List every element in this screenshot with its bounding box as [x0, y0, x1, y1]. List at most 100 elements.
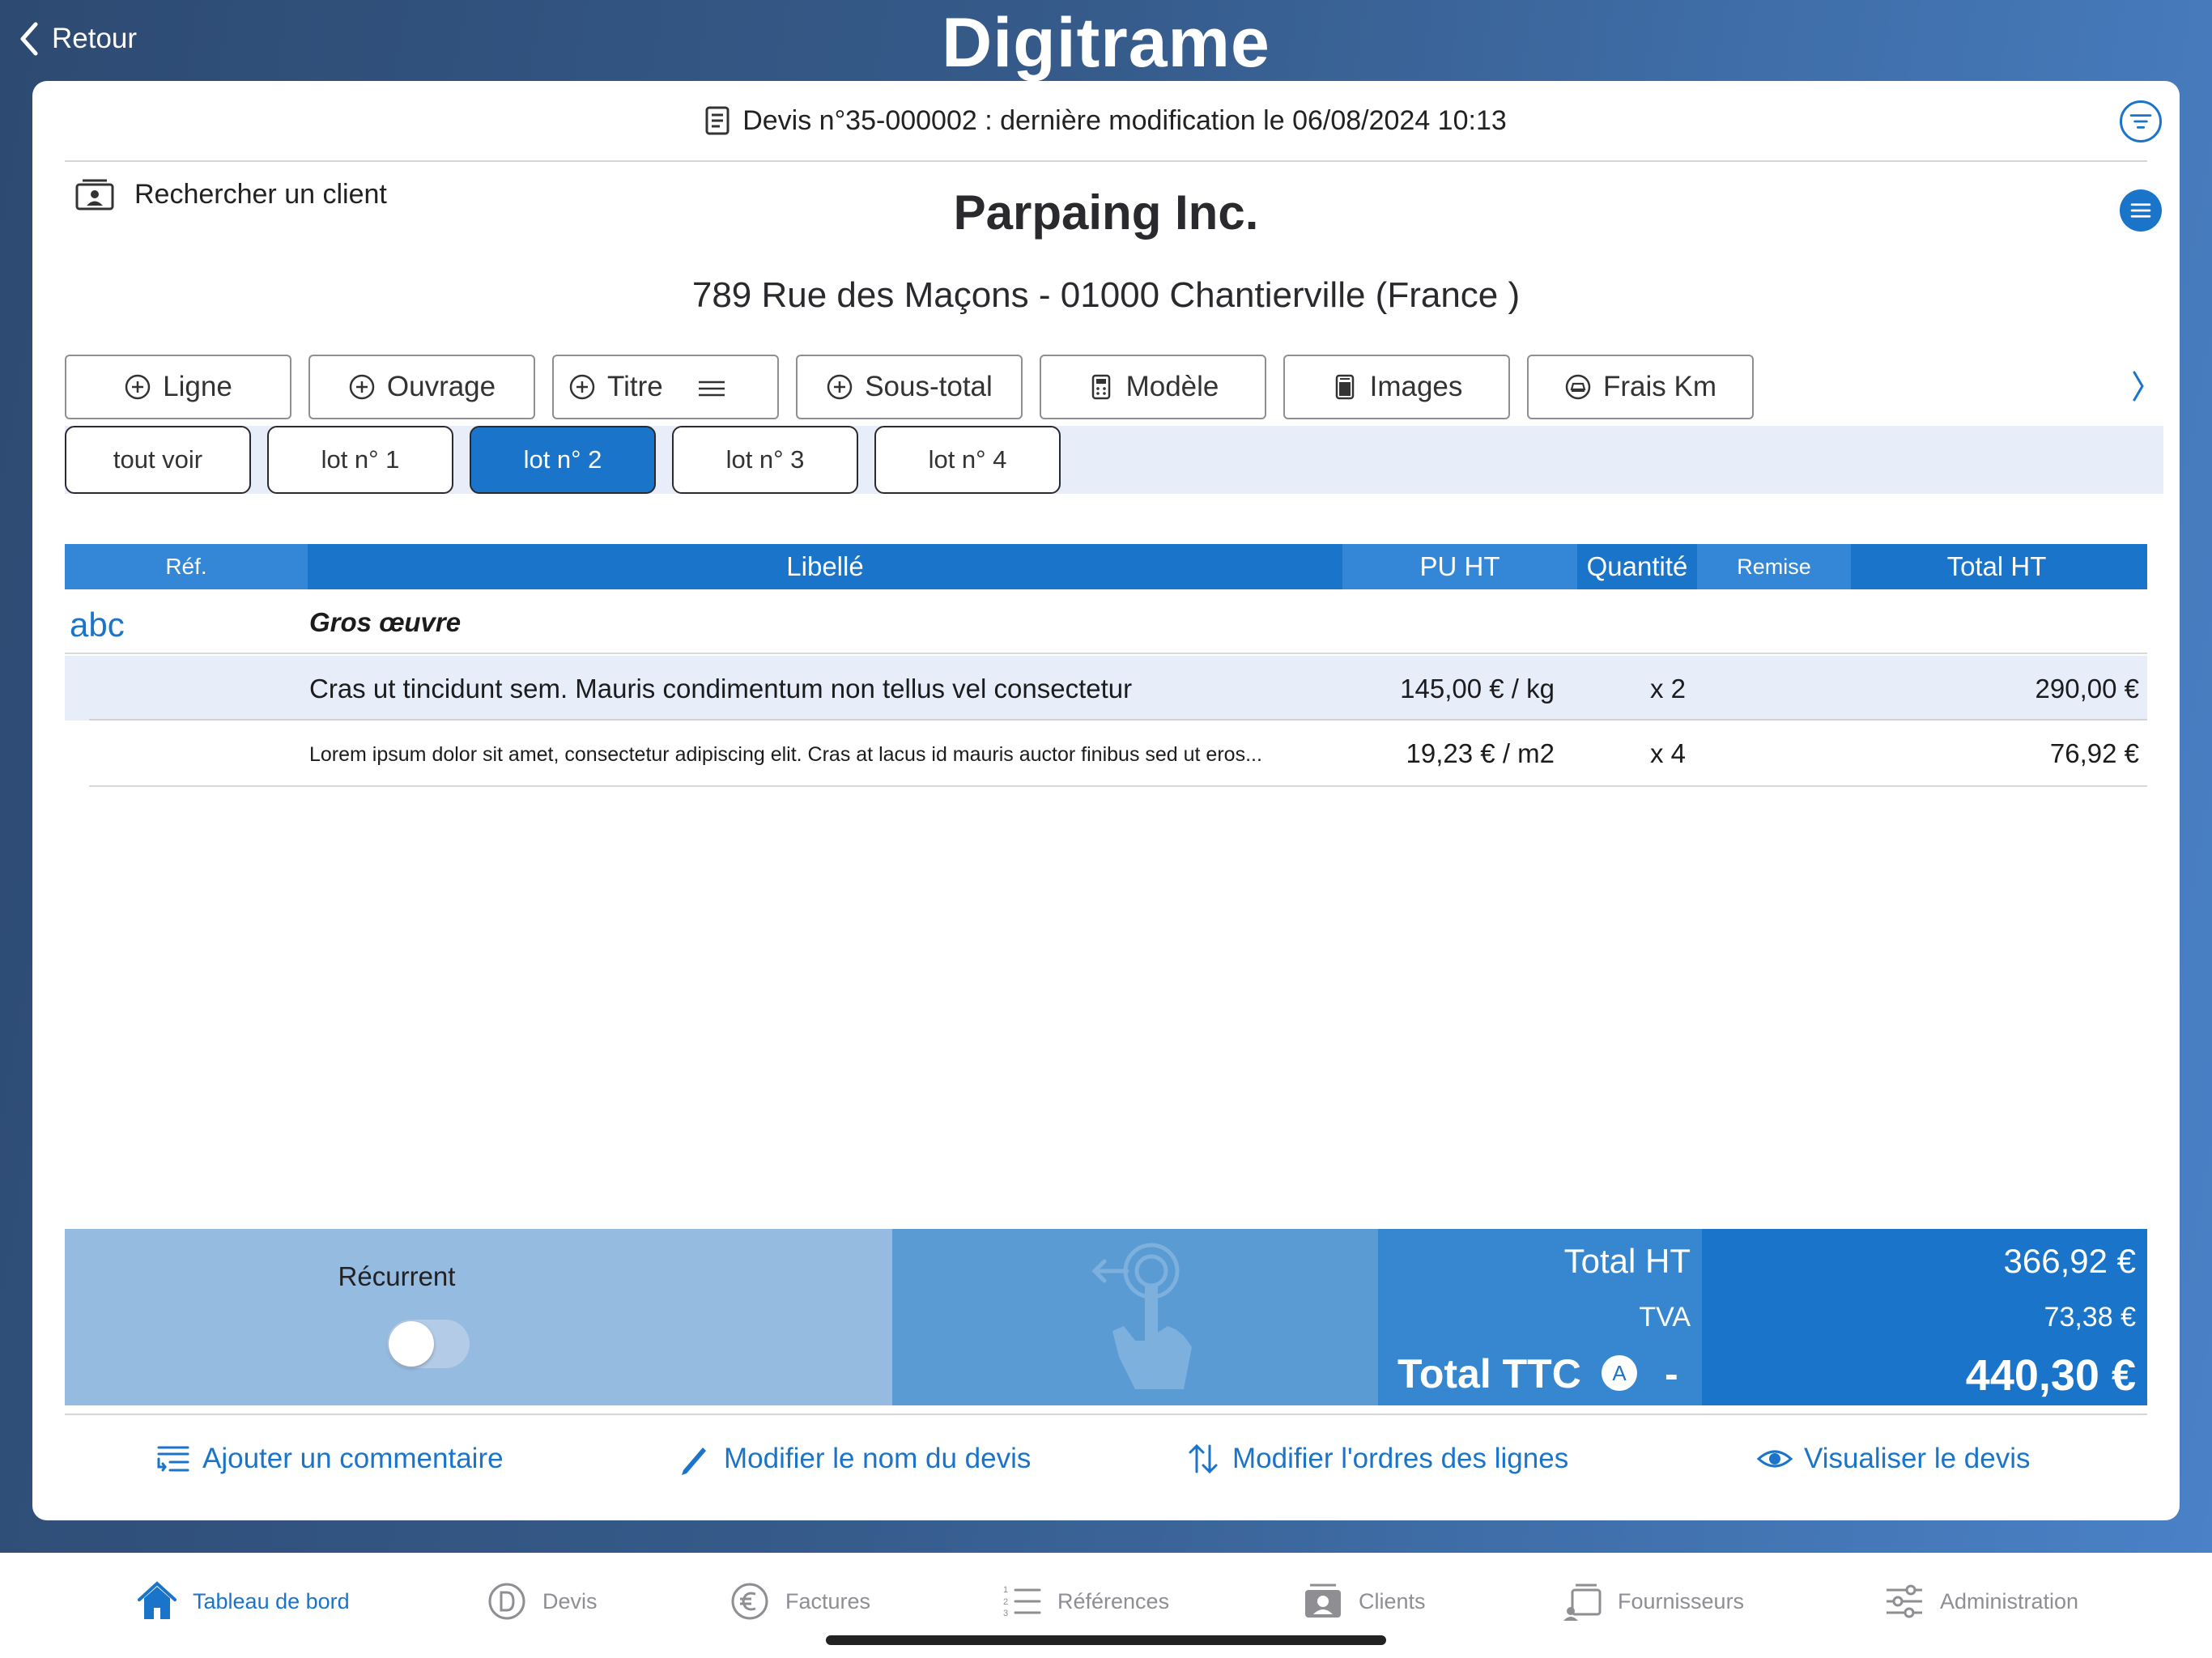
line-actions-toolbar: Ligne Ouvrage Titre Sous-total Modèle Im…	[65, 355, 1754, 419]
add-subtotal-button[interactable]: Sous-total	[796, 355, 1023, 419]
rename-quote-button[interactable]: Modifier le nom du devis	[677, 1441, 1031, 1477]
mileage-button[interactable]: Frais Km	[1527, 355, 1754, 419]
svg-text:3: 3	[1003, 1609, 1008, 1618]
lot-tab-all[interactable]: tout voir	[65, 426, 251, 494]
rename-quote-label: Modifier le nom du devis	[724, 1443, 1032, 1474]
section-title-row[interactable]: abc Gros œuvre	[65, 589, 2147, 654]
images-button[interactable]: Images	[1283, 355, 1510, 419]
app-logo: Digitrame	[942, 4, 1270, 82]
tab-references[interactable]: 1 2 3 Références	[1001, 1580, 1169, 1622]
image-icon	[1335, 374, 1354, 400]
totals-values: 366,92 € 73,38 € 440,30 €	[1702, 1229, 2147, 1405]
title-options-icon[interactable]	[698, 380, 725, 397]
lot-tab-4[interactable]: lot n° 4	[874, 426, 1061, 494]
tab-invoices-label: Factures	[785, 1588, 871, 1613]
tap-hint-area[interactable]	[892, 1229, 1378, 1405]
supplier-icon	[1563, 1584, 1602, 1621]
template-button[interactable]: Modèle	[1040, 355, 1266, 419]
total-ht-value: 366,92 €	[2003, 1242, 2137, 1280]
lot-tabs: tout voir lot n° 1 lot n° 2 lot n° 3 lot…	[65, 426, 1061, 494]
row-unit-price: 145,00 € / kg	[1400, 674, 1555, 704]
svg-text:2: 2	[1003, 1597, 1008, 1607]
tab-dashboard[interactable]: Tableau de bord	[136, 1580, 350, 1622]
top-bar: Retour Digitrame	[0, 0, 2212, 82]
table-row[interactable]: Cras ut tincidunt sem. Mauris condimentu…	[65, 656, 2147, 721]
filter-button[interactable]	[2120, 100, 2162, 142]
add-ouvrage-button[interactable]: Ouvrage	[308, 355, 535, 419]
recurrent-label: Récurrent	[338, 1261, 456, 1291]
tab-references-label: Références	[1057, 1588, 1170, 1613]
client-address: 789 Rue des Maçons - 01000 Chantierville…	[691, 275, 1521, 315]
tva-value: 73,38 €	[2044, 1302, 2136, 1333]
images-label: Images	[1369, 371, 1463, 402]
tva-label: TVA	[1639, 1302, 1691, 1333]
template-label: Modèle	[1125, 371, 1219, 402]
sort-arrows-icon	[1189, 1443, 1218, 1474]
plus-circle-icon	[569, 374, 595, 400]
reorder-lines-label: Modifier l'ordres des lignes	[1232, 1443, 1569, 1474]
column-header-discount: Remise	[1697, 544, 1851, 589]
plus-circle-icon	[827, 374, 853, 400]
tab-quotes[interactable]: Devis	[486, 1580, 598, 1622]
ttc-mode-badge[interactable]: A	[1602, 1355, 1637, 1391]
row-quantity: x 4	[1650, 738, 1687, 768]
row-label: Lorem ipsum dolor sit amet, consectetur …	[309, 743, 1262, 766]
add-comment-label: Ajouter un commentaire	[202, 1443, 504, 1474]
tab-dashboard-label: Tableau de bord	[193, 1588, 350, 1613]
table-row[interactable]: Lorem ipsum dolor sit amet, consectetur …	[65, 721, 2147, 787]
column-header-unit-price: PU HT	[1342, 544, 1577, 589]
tab-administration-label: Administration	[1940, 1588, 2079, 1613]
add-title-button[interactable]: Titre	[552, 355, 779, 419]
filter-icon	[2129, 114, 2152, 129]
mileage-label: Frais Km	[1603, 371, 1716, 402]
tab-clients-label: Clients	[1359, 1588, 1426, 1613]
svg-text:1: 1	[1003, 1585, 1008, 1595]
chevron-right-icon[interactable]	[2129, 366, 2147, 406]
devis-icon	[488, 1583, 525, 1620]
row-total: 76,92 €	[2049, 738, 2139, 768]
divider	[65, 1414, 2147, 1415]
pencil-icon	[682, 1448, 706, 1475]
add-subtotal-label: Sous-total	[865, 371, 993, 402]
tab-quotes-label: Devis	[542, 1588, 598, 1613]
quote-title: Devis n°35-000002 : dernière modificatio…	[742, 104, 1507, 136]
totals-panel: Récurrent Total HT TVA Total TTC A - 366…	[65, 1229, 2147, 1405]
column-header-label: Libellé	[786, 551, 864, 581]
recurrent-toggle[interactable]	[387, 1320, 470, 1368]
lot-tab-1[interactable]: lot n° 1	[267, 426, 453, 494]
total-ttc-value: 440,30 €	[1965, 1351, 2136, 1400]
client-icon	[1305, 1584, 1341, 1618]
column-header-quantity: Quantité	[1577, 544, 1697, 589]
plus-circle-icon	[349, 374, 375, 400]
lot-tab-3[interactable]: lot n° 3	[672, 426, 858, 494]
row-label: Cras ut tincidunt sem. Mauris condimentu…	[309, 674, 1133, 704]
comment-list-icon	[157, 1446, 189, 1472]
view-quote-button[interactable]: Visualiser le devis	[1757, 1441, 2031, 1477]
quote-header: Devis n°35-000002 : dernière modificatio…	[65, 81, 2147, 162]
tab-administration[interactable]: Administration	[1883, 1580, 2078, 1622]
column-header-ref: Réf.	[65, 544, 308, 589]
quote-card: Devis n°35-000002 : dernière modificatio…	[32, 81, 2180, 1520]
tab-clients[interactable]: Clients	[1302, 1580, 1426, 1622]
add-comment-button[interactable]: Ajouter un commentaire	[155, 1441, 504, 1477]
eye-icon	[1757, 1450, 1793, 1468]
section-ref[interactable]: abc	[70, 606, 125, 644]
add-ouvrage-label: Ouvrage	[386, 371, 496, 402]
reorder-lines-button[interactable]: Modifier l'ordres des lignes	[1185, 1441, 1568, 1477]
client-name: Parpaing Inc.	[953, 185, 1259, 240]
tab-suppliers[interactable]: Fournisseurs	[1561, 1580, 1744, 1622]
row-unit-price: 19,23 € / m2	[1406, 738, 1555, 768]
total-ht-label: Total HT	[1563, 1242, 1691, 1280]
total-ttc-label: Total TTC	[1397, 1351, 1581, 1397]
tab-suppliers-label: Fournisseurs	[1618, 1588, 1745, 1613]
row-total: 290,00 €	[2035, 674, 2139, 704]
add-title-label: Titre	[607, 371, 663, 402]
plus-circle-icon	[125, 374, 151, 400]
tab-invoices[interactable]: Factures	[729, 1580, 870, 1622]
add-line-label: Ligne	[163, 371, 232, 402]
tap-gesture-icon	[1091, 1243, 1192, 1389]
car-icon	[1565, 374, 1591, 400]
add-line-button[interactable]: Ligne	[65, 355, 291, 419]
recurrent-section: Récurrent	[65, 1229, 892, 1405]
lot-tab-2[interactable]: lot n° 2	[470, 426, 656, 494]
